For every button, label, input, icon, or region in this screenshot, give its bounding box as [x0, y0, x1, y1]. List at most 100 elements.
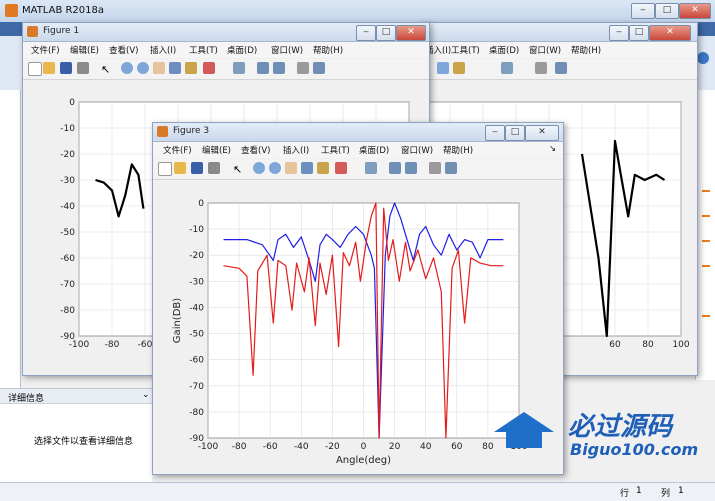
- menu-help[interactable]: 帮助(H): [571, 44, 601, 56]
- data-cursor-icon[interactable]: [317, 162, 329, 174]
- save-icon[interactable]: [60, 62, 72, 74]
- close-button[interactable]: ✕: [396, 25, 426, 41]
- x-tick-label: 80: [642, 340, 654, 350]
- x-tick-label: -80: [105, 340, 120, 350]
- menu-insert[interactable]: 插入(I): [283, 144, 309, 156]
- help-icon[interactable]: [697, 52, 709, 64]
- brush-icon[interactable]: [335, 162, 347, 174]
- menu-desktop[interactable]: 桌面(D): [359, 144, 389, 156]
- link-icon[interactable]: [501, 62, 513, 74]
- open-file-icon[interactable]: [174, 162, 186, 174]
- menu-tools[interactable]: 工具(T): [321, 144, 350, 156]
- print-icon[interactable]: [208, 162, 220, 174]
- rotate-icon[interactable]: [437, 62, 449, 74]
- figure-3-toolbar: ↖: [153, 159, 563, 180]
- new-figure-icon[interactable]: [158, 162, 172, 176]
- hide-plot-tools-icon[interactable]: [297, 62, 309, 74]
- orange-marker: [702, 190, 710, 192]
- menu-help[interactable]: 帮助(H): [443, 144, 473, 156]
- minimize-button[interactable]: ‒: [631, 3, 655, 19]
- brush-icon[interactable]: [203, 62, 215, 74]
- menu-help[interactable]: 帮助(H): [313, 44, 343, 56]
- pan-icon[interactable]: [153, 62, 165, 74]
- x-tick-label: -40: [294, 442, 309, 452]
- pointer-icon[interactable]: ↖: [233, 163, 242, 176]
- show-plot-tools-icon[interactable]: [445, 162, 457, 174]
- maximize-button[interactable]: □: [629, 25, 649, 41]
- close-button[interactable]: ✕: [649, 25, 691, 41]
- show-plot-tools-icon[interactable]: [313, 62, 325, 74]
- y-tick-label: -20: [189, 251, 204, 261]
- x-tick-label: -20: [325, 442, 340, 452]
- rotate-icon[interactable]: [301, 162, 313, 174]
- menu-edit[interactable]: 编辑(E): [70, 44, 99, 56]
- zoom-out-icon[interactable]: [269, 162, 281, 174]
- menu-desktop[interactable]: 桌面(D): [489, 44, 519, 56]
- zoom-out-icon[interactable]: [137, 62, 149, 74]
- maximize-button[interactable]: □: [376, 25, 396, 41]
- y-tick-label: -30: [189, 277, 204, 287]
- show-plot-tools-icon[interactable]: [555, 62, 567, 74]
- new-figure-icon[interactable]: [28, 62, 42, 76]
- colorbar-icon[interactable]: [389, 162, 401, 174]
- details-message: 选择文件以查看详细信息: [34, 437, 134, 447]
- graduation-cap-icon: [494, 412, 554, 432]
- data-cursor-icon[interactable]: [453, 62, 465, 74]
- pointer-icon[interactable]: ↖: [101, 63, 110, 76]
- rotate-icon[interactable]: [169, 62, 181, 74]
- link-icon[interactable]: [365, 162, 377, 174]
- menu-window[interactable]: 窗口(W): [271, 44, 303, 56]
- x-tick-label: 60: [451, 442, 463, 452]
- menu-tools[interactable]: 工具(T): [189, 44, 218, 56]
- menu-insert[interactable]: 插入(I): [150, 44, 176, 56]
- menu-view[interactable]: 查看(V): [241, 144, 270, 156]
- pan-icon[interactable]: [285, 162, 297, 174]
- chevron-down-icon[interactable]: ⌄: [142, 390, 150, 400]
- minimize-button[interactable]: ‒: [609, 25, 629, 41]
- legend-icon[interactable]: [273, 62, 285, 74]
- dock-arrow-icon[interactable]: ↘: [549, 144, 556, 154]
- hide-plot-tools-icon[interactable]: [429, 162, 441, 174]
- menu-tools[interactable]: 工具(T): [451, 44, 480, 56]
- hide-plot-tools-icon[interactable]: [535, 62, 547, 74]
- figure-1-titlebar: Figure 1 ‒ □ ✕: [23, 23, 429, 42]
- x-tick-label: 20: [389, 442, 401, 452]
- col-label: 列: [661, 489, 671, 499]
- menu-edit[interactable]: 编辑(E): [202, 144, 231, 156]
- minimize-button[interactable]: ‒: [485, 125, 505, 141]
- zoom-in-icon[interactable]: [253, 162, 265, 174]
- figure-1-title: Figure 1: [43, 26, 80, 36]
- x-tick-label: 40: [420, 442, 432, 452]
- open-file-icon[interactable]: [43, 62, 55, 74]
- watermark-logo: 必过源码 Biguo100.com: [488, 402, 713, 472]
- menu-window[interactable]: 窗口(W): [401, 144, 433, 156]
- maximize-button[interactable]: □: [655, 3, 679, 19]
- y-tick-label: -50: [189, 330, 204, 340]
- main-titlebar: MATLAB R2018a ‒ □ ✕: [0, 0, 715, 23]
- zoom-in-icon[interactable]: [121, 62, 133, 74]
- menu-file[interactable]: 文件(F): [163, 144, 192, 156]
- legend-icon[interactable]: [405, 162, 417, 174]
- data-cursor-icon[interactable]: [185, 62, 197, 74]
- print-icon[interactable]: [77, 62, 89, 74]
- y-tick-label: -10: [60, 124, 75, 134]
- workspace-strip: [695, 90, 715, 380]
- maximize-button[interactable]: □: [505, 125, 525, 141]
- save-icon[interactable]: [191, 162, 203, 174]
- row-label: 行: [620, 489, 630, 499]
- colorbar-icon[interactable]: [257, 62, 269, 74]
- link-icon[interactable]: [233, 62, 245, 74]
- minimize-button[interactable]: ‒: [356, 25, 376, 41]
- figure-icon: [157, 126, 168, 137]
- x-tick-label: -80: [232, 442, 247, 452]
- figure-1-toolbar: ↖: [23, 59, 429, 80]
- main-window-title: MATLAB R2018a: [22, 5, 105, 16]
- menu-view[interactable]: 查看(V): [109, 44, 138, 56]
- x-tick-label: -60: [138, 340, 153, 350]
- close-button[interactable]: ✕: [525, 125, 559, 141]
- menu-window[interactable]: 窗口(W): [529, 44, 561, 56]
- menu-file[interactable]: 文件(F): [31, 44, 60, 56]
- close-button[interactable]: ✕: [679, 3, 711, 19]
- menu-desktop[interactable]: 桌面(D): [227, 44, 257, 56]
- status-bar: 行 1 列 1: [0, 482, 715, 501]
